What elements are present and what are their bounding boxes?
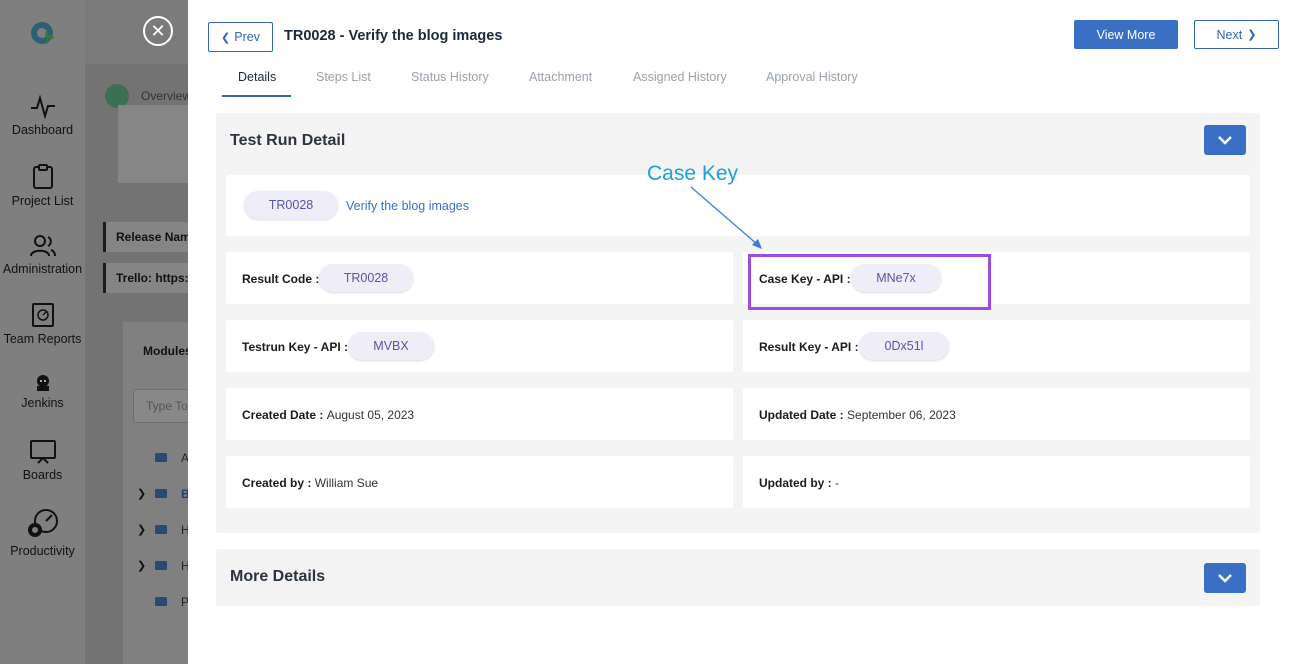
updated-by-field: Updated by : - bbox=[759, 476, 839, 490]
tab-steps-list[interactable]: Steps List bbox=[316, 70, 371, 84]
sidebar-item-team-reports[interactable]: Team Reports bbox=[0, 302, 85, 346]
tab-status-history[interactable]: Status History bbox=[411, 70, 489, 84]
chevron-right-icon: ❯ bbox=[137, 560, 147, 572]
updated-date-card: Updated Date : September 06, 2023 bbox=[743, 388, 1250, 440]
created-by-label: Created by : bbox=[242, 476, 312, 490]
sidebar-item-label: Team Reports bbox=[3, 332, 82, 346]
board-icon bbox=[29, 440, 56, 464]
app-logo-icon bbox=[31, 22, 55, 45]
folder-icon bbox=[155, 597, 167, 606]
chevron-down-icon bbox=[1218, 574, 1232, 583]
pulse-icon bbox=[30, 95, 55, 119]
created-date-label: Created Date : bbox=[242, 408, 324, 422]
chevron-left-icon: ❮ bbox=[221, 31, 231, 44]
sidebar-item-label: Project List bbox=[11, 194, 74, 208]
chevron-right-icon: ❯ bbox=[1247, 29, 1257, 41]
created-by-card: Created by : William Sue bbox=[226, 456, 733, 508]
productivity-icon bbox=[27, 509, 58, 537]
result-code-badge: TR0028 bbox=[319, 264, 413, 292]
background-header bbox=[85, 0, 195, 64]
sidebar-item-label: Dashboard bbox=[11, 123, 74, 137]
clipboard-icon bbox=[32, 164, 53, 189]
testrun-key-card: Testrun Key - API : MVBX bbox=[226, 320, 733, 372]
view-more-button[interactable]: View More bbox=[1074, 20, 1178, 49]
tab-approval-history[interactable]: Approval History bbox=[766, 70, 858, 84]
section-title: Test Run Detail bbox=[230, 132, 346, 149]
sidebar-item-boards[interactable]: Boards bbox=[0, 440, 85, 482]
prev-label: Prev bbox=[234, 30, 260, 44]
folder-icon bbox=[155, 453, 167, 462]
testrun-key-badge: MVBX bbox=[348, 332, 434, 360]
folder-icon bbox=[155, 525, 167, 534]
modules-title: Modules bbox=[143, 344, 192, 358]
background-chart-card bbox=[118, 105, 198, 183]
more-details-section: More Details bbox=[216, 549, 1260, 606]
next-button[interactable]: Next ❯ bbox=[1194, 20, 1279, 49]
result-code-card: Result Code : TR0028 bbox=[226, 252, 733, 304]
overview-breadcrumb: Overview bbox=[141, 89, 192, 103]
sidebar-item-label: Productivity bbox=[10, 544, 75, 558]
test-run-modal: ❮ Prev TR0028 - Verify the blog images V… bbox=[188, 0, 1299, 664]
chevron-right-icon: ❯ bbox=[137, 524, 147, 536]
tab-attachment[interactable]: Attachment bbox=[529, 70, 592, 84]
result-key-badge: 0Dx51l bbox=[859, 332, 949, 360]
sidebar: Dashboard Project List Administration Te… bbox=[0, 0, 85, 664]
sidebar-item-label: Boards bbox=[22, 468, 63, 482]
created-date-card: Created Date : August 05, 2023 bbox=[226, 388, 733, 440]
tab-details[interactable]: Details bbox=[238, 70, 276, 84]
chevron-right-icon: ❯ bbox=[137, 488, 147, 500]
testrun-key-label: Testrun Key - API : bbox=[242, 340, 349, 354]
active-tab-indicator bbox=[222, 95, 291, 97]
annotation-label: Case Key bbox=[647, 162, 739, 185]
updated-by-label: Updated by : bbox=[759, 476, 832, 490]
close-modal-button[interactable]: ✕ bbox=[143, 16, 173, 46]
updated-date-label: Updated Date : bbox=[759, 408, 844, 422]
trello-row: Trello: https:/ bbox=[103, 263, 201, 293]
section-title: More Details bbox=[230, 568, 326, 585]
sidebar-item-productivity[interactable]: Productivity bbox=[0, 508, 85, 558]
close-icon: ✕ bbox=[150, 21, 166, 41]
sidebar-item-project-list[interactable]: Project List bbox=[0, 164, 85, 208]
next-label: Next bbox=[1216, 27, 1243, 42]
folder-icon bbox=[155, 489, 167, 498]
background-page: Overview Release Nam Trello: https:/ Mod… bbox=[85, 0, 205, 664]
updated-by-value: - bbox=[835, 476, 840, 490]
updated-date-value: September 06, 2023 bbox=[847, 408, 956, 422]
test-run-id-badge: TR0028 bbox=[244, 191, 338, 219]
release-name-row: Release Nam bbox=[103, 222, 201, 252]
sidebar-item-label: Jenkins bbox=[21, 396, 64, 410]
users-icon bbox=[29, 235, 56, 257]
report-icon bbox=[31, 303, 54, 327]
created-date-field: Created Date : August 05, 2023 bbox=[242, 408, 414, 422]
sidebar-item-administration[interactable]: Administration bbox=[0, 234, 85, 276]
created-by-field: Created by : William Sue bbox=[242, 476, 378, 490]
result-key-card: Result Key - API : 0Dx51l bbox=[743, 320, 1250, 372]
expand-toggle-button[interactable] bbox=[1204, 563, 1246, 593]
updated-date-field: Updated Date : September 06, 2023 bbox=[759, 408, 956, 422]
modal-title: TR0028 - Verify the blog images bbox=[284, 28, 503, 44]
updated-by-card: Updated by : - bbox=[743, 456, 1250, 508]
collapse-toggle-button[interactable] bbox=[1204, 125, 1246, 155]
result-code-label: Result Code : bbox=[242, 272, 320, 286]
created-by-value: William Sue bbox=[314, 476, 379, 490]
case-key-highlight-box bbox=[748, 254, 991, 310]
sidebar-item-label: Administration bbox=[2, 262, 83, 276]
case-title-link[interactable]: Verify the blog images bbox=[346, 199, 469, 213]
prev-button[interactable]: ❮ Prev bbox=[208, 22, 273, 52]
sidebar-item-dashboard[interactable]: Dashboard bbox=[0, 95, 85, 137]
sidebar-item-jenkins[interactable]: Jenkins bbox=[0, 374, 85, 410]
result-key-label: Result Key - API : bbox=[759, 340, 859, 354]
jenkins-icon bbox=[36, 375, 49, 391]
annotation-arrow-icon bbox=[690, 186, 762, 249]
tab-assigned-history[interactable]: Assigned History bbox=[633, 70, 727, 84]
folder-icon bbox=[155, 561, 167, 570]
created-date-value: August 05, 2023 bbox=[326, 408, 415, 422]
chevron-down-icon bbox=[1218, 136, 1232, 145]
